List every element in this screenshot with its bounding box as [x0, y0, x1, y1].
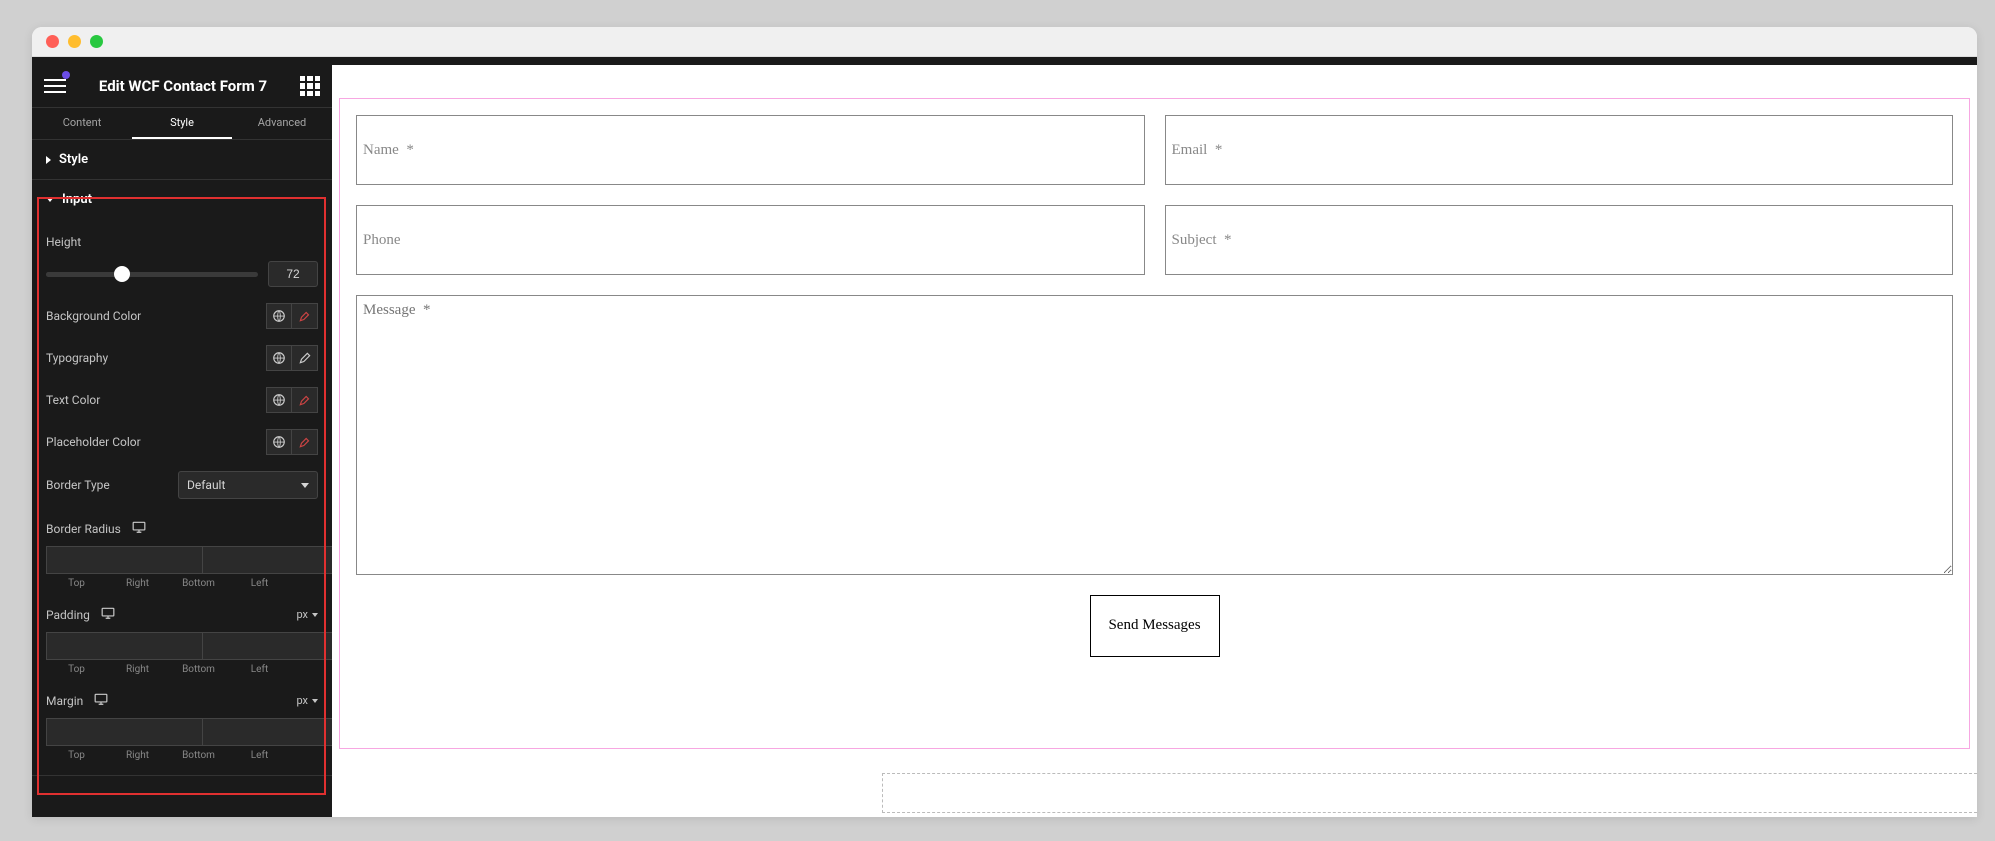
- margin-unit-select[interactable]: px: [296, 694, 318, 707]
- widgets-button[interactable]: [300, 76, 320, 96]
- submit-button[interactable]: Send Messages: [1090, 595, 1220, 657]
- section-input-toggle[interactable]: Input: [32, 180, 332, 219]
- desktop-icon[interactable]: [94, 693, 108, 705]
- section-style-label: Style: [59, 152, 88, 167]
- color-picker-button[interactable]: [292, 303, 318, 329]
- sidebar-header: Edit WCF Contact Form 7: [32, 65, 332, 108]
- chevron-right-icon: [46, 156, 51, 164]
- control-text-color: Text Color: [46, 387, 318, 413]
- section-input-body: Height Background Color: [32, 235, 332, 775]
- subject-field[interactable]: [1165, 205, 1954, 275]
- panel-title: Edit WCF Contact Form 7: [99, 77, 267, 95]
- padding-inputs: [46, 632, 318, 660]
- section-input: Input Height Background Color: [32, 180, 332, 776]
- window-titlebar: [32, 27, 1977, 57]
- window-close-icon[interactable]: [46, 35, 59, 48]
- editor-sidebar: Edit WCF Contact Form 7 Content Style Ad…: [32, 65, 332, 817]
- height-slider[interactable]: [46, 272, 258, 277]
- border-type-select[interactable]: Default: [178, 471, 318, 499]
- pencil-icon: [298, 351, 312, 365]
- color-picker-button[interactable]: [292, 387, 318, 413]
- message-field[interactable]: [356, 295, 1953, 575]
- globe-icon: [272, 309, 286, 323]
- globe-button[interactable]: [266, 303, 292, 329]
- menu-button[interactable]: [44, 75, 66, 97]
- border-radius-label: Border Radius: [46, 521, 146, 536]
- height-label: Height: [46, 235, 81, 249]
- margin-label: Margin: [46, 693, 108, 708]
- control-height: Height: [46, 235, 318, 249]
- globe-button[interactable]: [266, 387, 292, 413]
- border-type-value: Default: [187, 478, 225, 492]
- height-value-input[interactable]: [268, 261, 318, 287]
- control-background-color: Background Color: [46, 303, 318, 329]
- control-margin: Margin px: [46, 693, 318, 708]
- drop-zone[interactable]: [882, 773, 1977, 813]
- editor-window: Edit WCF Contact Form 7 Content Style Ad…: [32, 27, 1977, 817]
- tab-style[interactable]: Style: [132, 108, 232, 139]
- top-bar: [32, 57, 1977, 65]
- globe-icon: [272, 435, 286, 449]
- control-padding: Padding px: [46, 607, 318, 622]
- edit-typography-button[interactable]: [292, 345, 318, 371]
- app-body: Edit WCF Contact Form 7 Content Style Ad…: [32, 65, 1977, 817]
- section-style-toggle[interactable]: Style: [32, 140, 332, 179]
- contact-form: Send Messages: [340, 99, 1969, 673]
- text-color-label: Text Color: [46, 393, 100, 407]
- chevron-down-icon: [301, 483, 309, 488]
- border-radius-labels: TopRightBottomLeft: [46, 578, 318, 589]
- panel-tabs: Content Style Advanced: [32, 108, 332, 140]
- control-border-type: Border Type Default: [46, 471, 318, 499]
- phone-field[interactable]: [356, 205, 1145, 275]
- typography-label: Typography: [46, 351, 108, 365]
- color-picker-button[interactable]: [292, 429, 318, 455]
- control-placeholder-color: Placeholder Color: [46, 429, 318, 455]
- form-widget-outline[interactable]: Send Messages: [339, 98, 1970, 749]
- eyedropper-icon: [298, 309, 312, 323]
- notification-dot-icon: [62, 71, 70, 79]
- bg-color-label: Background Color: [46, 309, 141, 323]
- margin-labels: TopRightBottomLeft: [46, 750, 318, 761]
- control-border-radius: Border Radius: [46, 521, 318, 536]
- section-style: Style: [32, 140, 332, 180]
- tab-content[interactable]: Content: [32, 108, 132, 139]
- eyedropper-icon: [298, 393, 312, 407]
- email-field[interactable]: [1165, 115, 1954, 185]
- border-radius-inputs: [46, 546, 318, 574]
- name-field[interactable]: [356, 115, 1145, 185]
- padding-label: Padding: [46, 607, 115, 622]
- globe-button[interactable]: [266, 429, 292, 455]
- border-radius-top-input[interactable]: [46, 546, 203, 574]
- control-typography: Typography: [46, 345, 318, 371]
- globe-icon: [272, 393, 286, 407]
- globe-button[interactable]: [266, 345, 292, 371]
- margin-top-input[interactable]: [46, 718, 203, 746]
- height-slider-row: [46, 261, 318, 287]
- border-type-label: Border Type: [46, 478, 110, 492]
- desktop-icon[interactable]: [101, 607, 115, 619]
- desktop-icon[interactable]: [132, 521, 146, 533]
- tab-advanced[interactable]: Advanced: [232, 108, 332, 139]
- preview-canvas: Send Messages: [332, 65, 1977, 817]
- padding-top-input[interactable]: [46, 632, 203, 660]
- padding-unit-select[interactable]: px: [296, 608, 318, 621]
- window-minimize-icon[interactable]: [68, 35, 81, 48]
- padding-labels: TopRightBottomLeft: [46, 664, 318, 675]
- chevron-down-icon: [46, 197, 54, 202]
- globe-icon: [272, 351, 286, 365]
- placeholder-color-label: Placeholder Color: [46, 435, 141, 449]
- slider-thumb-icon[interactable]: [114, 266, 130, 282]
- section-input-label: Input: [62, 192, 92, 207]
- eyedropper-icon: [298, 435, 312, 449]
- window-maximize-icon[interactable]: [90, 35, 103, 48]
- margin-inputs: [46, 718, 318, 746]
